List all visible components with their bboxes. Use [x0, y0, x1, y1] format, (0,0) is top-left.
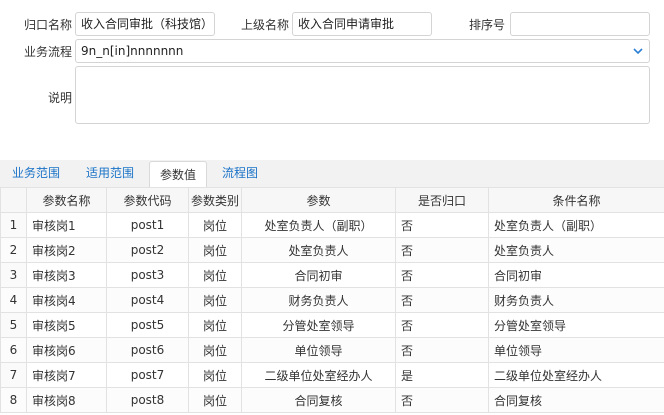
condition-name-cell: 分管处室领导	[488, 312, 664, 338]
param-name-cell: 审核岗7	[26, 362, 107, 388]
param-name-cell: 审核岗8	[26, 387, 107, 413]
param-code-cell: post3	[106, 262, 189, 288]
param-code-cell: post2	[106, 237, 189, 263]
order-input[interactable]	[510, 12, 650, 36]
table-row[interactable]: 2 审核岗2 post2 岗位 处室负责人 否 处室负责人	[0, 237, 664, 263]
param-cell: 二级单位处室经办人	[241, 362, 396, 388]
is-centralized-cell: 否	[395, 287, 489, 313]
param-cell: 分管处室领导	[241, 312, 396, 338]
param-name-cell: 审核岗3	[26, 262, 107, 288]
row-index: 5	[0, 312, 27, 338]
param-type-cell: 岗位	[188, 287, 242, 313]
table-row[interactable]: 1 审核岗1 post1 岗位 处室负责人（副职） 否 处室负责人（副职）	[0, 212, 664, 238]
param-type-cell: 岗位	[188, 362, 242, 388]
is-centralized-cell: 否	[395, 212, 489, 238]
table-row[interactable]: 8 审核岗8 post8 岗位 合同复核 否 合同复核	[0, 387, 664, 413]
col-param-name-header[interactable]: 参数名称	[26, 187, 107, 213]
name-label: 归口名称	[23, 18, 72, 32]
param-name-cell: 审核岗6	[26, 337, 107, 363]
table-header-row: 参数名称 参数代码 参数类别 参数 是否归口 条件名称	[0, 187, 664, 213]
tab-business-scope[interactable]: 业务范围	[4, 160, 68, 187]
table-row[interactable]: 3 审核岗3 post3 岗位 合同初审 否 合同初审	[0, 262, 664, 288]
col-param-header[interactable]: 参数	[241, 187, 396, 213]
chevron-down-icon	[633, 48, 643, 55]
param-type-cell: 岗位	[188, 212, 242, 238]
param-name-cell: 审核岗4	[26, 287, 107, 313]
col-is-centralized-header[interactable]: 是否归口	[395, 187, 489, 213]
tab-bar: 业务范围 适用范围 参数值 流程图	[0, 160, 664, 188]
condition-name-cell: 二级单位处室经办人	[488, 362, 664, 388]
row-index: 4	[0, 287, 27, 313]
param-code-cell: post5	[106, 312, 189, 338]
row-index: 7	[0, 362, 27, 388]
condition-name-cell: 单位领导	[488, 337, 664, 363]
param-name-cell: 审核岗2	[26, 237, 107, 263]
tab-flowchart[interactable]: 流程图	[214, 160, 266, 187]
condition-name-cell: 处室负责人（副职）	[488, 212, 664, 238]
table-row[interactable]: 4 审核岗4 post4 岗位 财务负责人 否 财务负责人	[0, 287, 664, 313]
param-name-cell: 审核岗1	[26, 212, 107, 238]
is-centralized-cell: 是	[395, 362, 489, 388]
row-index: 8	[0, 387, 27, 413]
param-type-cell: 岗位	[188, 337, 242, 363]
row-index: 1	[0, 212, 27, 238]
is-centralized-cell: 否	[395, 237, 489, 263]
col-index-header	[0, 187, 27, 213]
param-type-cell: 岗位	[188, 262, 242, 288]
row-index: 6	[0, 337, 27, 363]
param-cell: 合同复核	[241, 387, 396, 413]
col-condition-name-header[interactable]: 条件名称	[488, 187, 664, 213]
condition-name-cell: 合同初审	[488, 262, 664, 288]
tab-applicable-scope[interactable]: 适用范围	[78, 160, 142, 187]
col-param-type-header[interactable]: 参数类别	[188, 187, 242, 213]
row-index: 3	[0, 262, 27, 288]
param-code-cell: post8	[106, 387, 189, 413]
col-param-code-header[interactable]: 参数代码	[106, 187, 189, 213]
is-centralized-cell: 否	[395, 262, 489, 288]
parent-input[interactable]: 收入合同申请审批	[292, 12, 432, 36]
param-cell: 单位领导	[241, 337, 396, 363]
flow-select-value: 9n_n[in]nnnnnnn	[81, 44, 184, 58]
name-input[interactable]: 收入合同审批（科技馆）	[75, 12, 215, 36]
order-label: 排序号	[468, 18, 505, 32]
param-code-cell: post4	[106, 287, 189, 313]
table-row[interactable]: 5 审核岗5 post5 岗位 分管处室领导 否 分管处室领导	[0, 312, 664, 338]
param-cell: 合同初审	[241, 262, 396, 288]
tab-param-values[interactable]: 参数值	[149, 161, 207, 188]
condition-name-cell: 处室负责人	[488, 237, 664, 263]
condition-name-cell: 合同复核	[488, 387, 664, 413]
condition-name-cell: 财务负责人	[488, 287, 664, 313]
table-row[interactable]: 7 审核岗7 post7 岗位 二级单位处室经办人 是 二级单位处室经办人	[0, 362, 664, 388]
desc-textarea[interactable]	[75, 66, 650, 124]
param-table: 参数名称 参数代码 参数类别 参数 是否归口 条件名称 1 审核岗1 post1…	[0, 187, 664, 413]
param-name-cell: 审核岗5	[26, 312, 107, 338]
is-centralized-cell: 否	[395, 312, 489, 338]
param-code-cell: post1	[106, 212, 189, 238]
param-cell: 财务负责人	[241, 287, 396, 313]
desc-label: 说明	[47, 91, 72, 105]
is-centralized-cell: 否	[395, 337, 489, 363]
param-code-cell: post6	[106, 337, 189, 363]
table-row[interactable]: 6 审核岗6 post6 岗位 单位领导 否 单位领导	[0, 337, 664, 363]
is-centralized-cell: 否	[395, 387, 489, 413]
param-cell: 处室负责人	[241, 237, 396, 263]
param-type-cell: 岗位	[188, 312, 242, 338]
parent-label: 上级名称	[240, 18, 289, 32]
param-type-cell: 岗位	[188, 237, 242, 263]
param-cell: 处室负责人（副职）	[241, 212, 396, 238]
param-type-cell: 岗位	[188, 387, 242, 413]
param-code-cell: post7	[106, 362, 189, 388]
flow-label: 业务流程	[23, 45, 72, 59]
row-index: 2	[0, 237, 27, 263]
flow-select[interactable]: 9n_n[in]nnnnnnn	[75, 39, 650, 63]
